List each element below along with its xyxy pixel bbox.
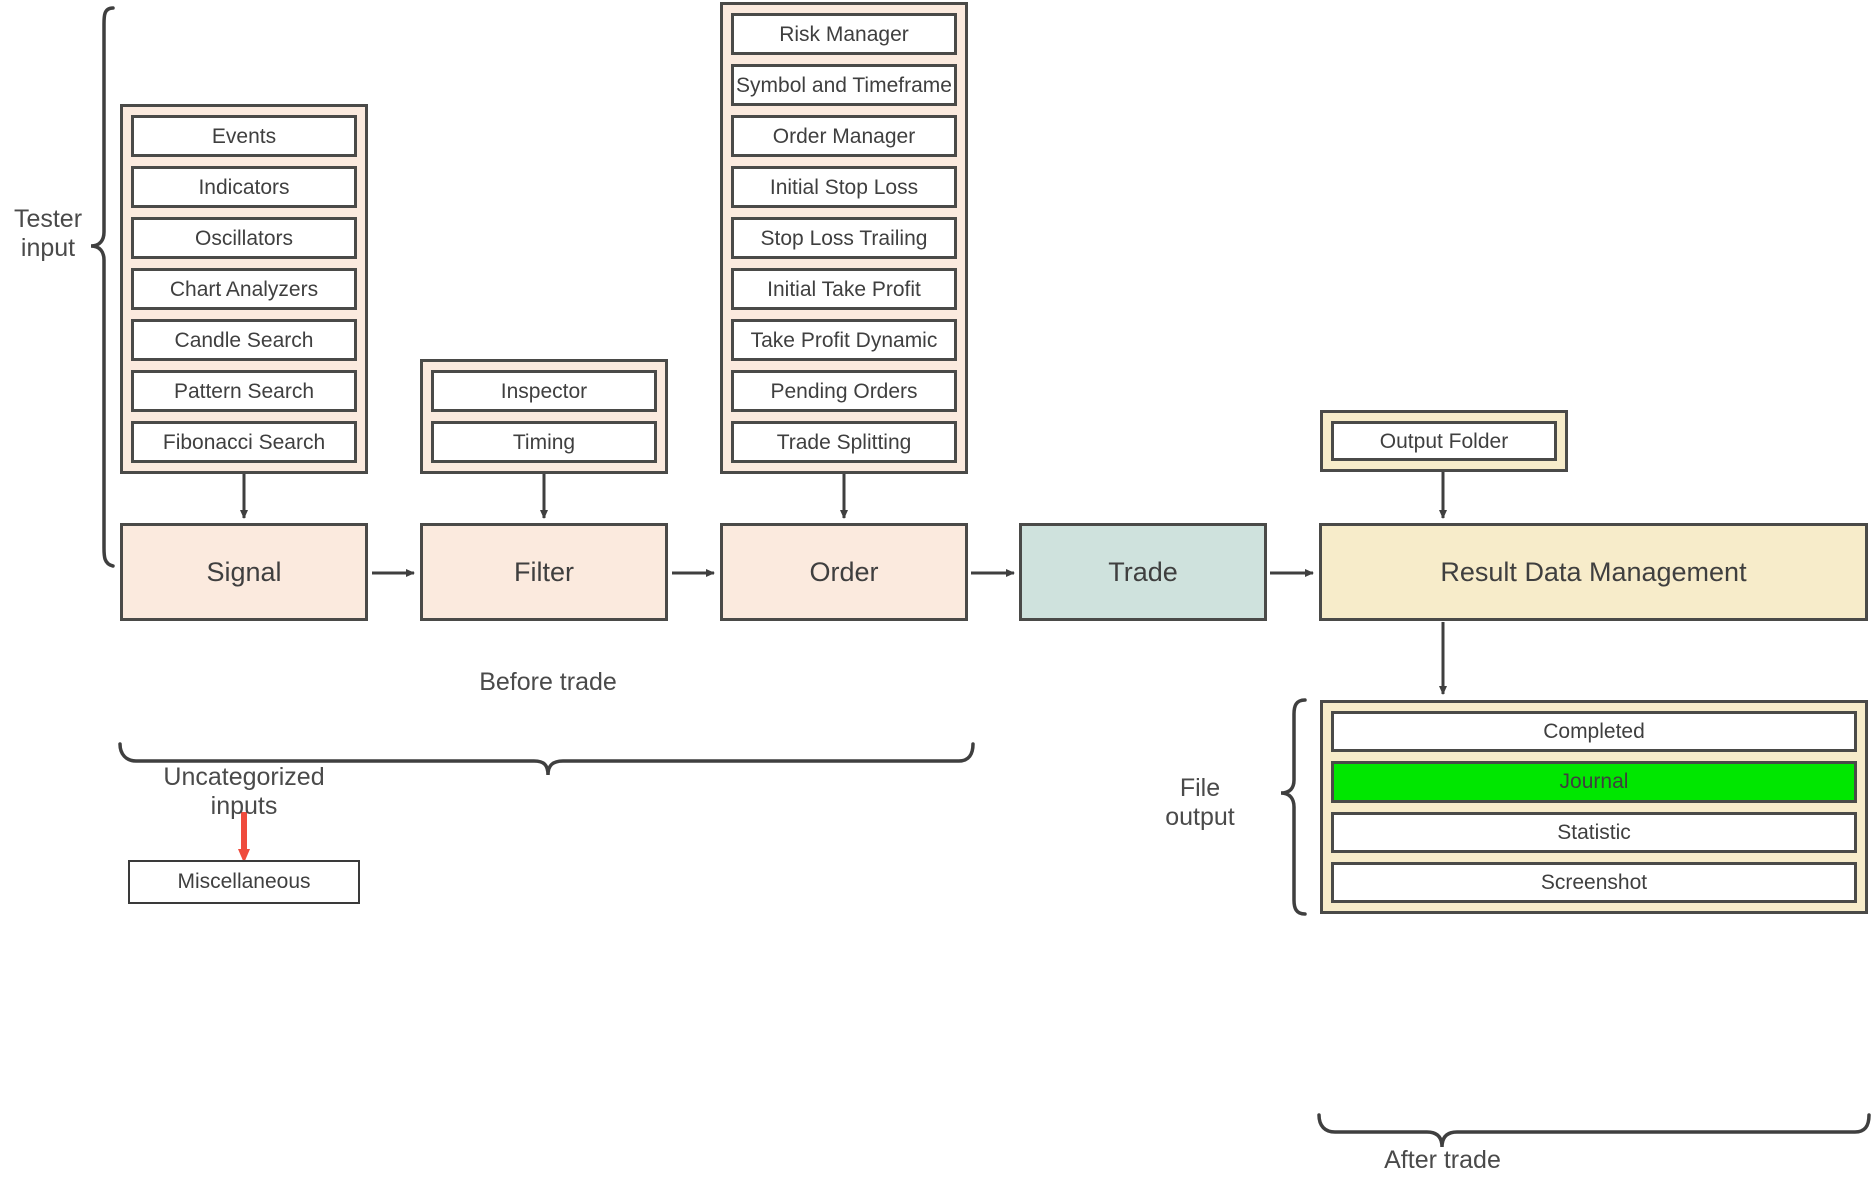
- bracket-file-output: [1280, 698, 1307, 916]
- filter-input-group: Inspector Timing: [420, 359, 668, 474]
- bracket-label-after-trade: After trade: [1384, 1146, 1501, 1174]
- order-input-item[interactable]: Symbol and Timeframe: [731, 64, 957, 106]
- miscellaneous-box[interactable]: Miscellaneous: [128, 860, 360, 904]
- output-folder-item[interactable]: Output Folder: [1331, 421, 1557, 461]
- signal-input-item[interactable]: Pattern Search: [131, 370, 357, 412]
- bracket-tester-input: [90, 6, 115, 568]
- pipeline-stage-signal[interactable]: Signal: [120, 523, 368, 621]
- bracket-after-trade: [1317, 1113, 1871, 1148]
- pipeline-stage-trade[interactable]: Trade: [1019, 523, 1267, 621]
- annotation-uncategorized-inputs: Uncategorized inputs: [163, 763, 325, 820]
- order-input-item[interactable]: Initial Stop Loss: [731, 166, 957, 208]
- bracket-label-file-output: File output: [1165, 774, 1235, 831]
- order-input-item[interactable]: Risk Manager: [731, 13, 957, 55]
- diagram-canvas: Tester input Before trade File output Af…: [0, 0, 1872, 1185]
- pipeline-stage-filter[interactable]: Filter: [420, 523, 668, 621]
- file-output-item[interactable]: Journal: [1331, 761, 1857, 803]
- filter-input-item[interactable]: Timing: [431, 421, 657, 463]
- order-input-item[interactable]: Stop Loss Trailing: [731, 217, 957, 259]
- file-output-item[interactable]: Screenshot: [1331, 861, 1857, 903]
- signal-input-item[interactable]: Events: [131, 115, 357, 157]
- signal-input-item[interactable]: Indicators: [131, 166, 357, 208]
- signal-input-group: Events Indicators Oscillators Chart Analyze…: [120, 104, 368, 474]
- order-input-item[interactable]: Trade Splitting: [731, 421, 957, 463]
- signal-input-item[interactable]: Chart Analyzers: [131, 268, 357, 310]
- bracket-label-tester-input: Tester input: [13, 205, 83, 262]
- order-input-group: Risk Manager Symbol and Timeframe Order Ma…: [720, 2, 968, 474]
- order-input-item[interactable]: Order Manager: [731, 115, 957, 157]
- file-output-item[interactable]: Completed: [1331, 711, 1857, 753]
- output-folder-group: Output Folder: [1320, 410, 1568, 472]
- pipeline-stage-result-data-management[interactable]: Result Data Management: [1319, 523, 1868, 621]
- file-output-item[interactable]: Statistic: [1331, 811, 1857, 853]
- file-output-group: Completed Journal Statistic Screenshot: [1320, 700, 1868, 914]
- order-input-item[interactable]: Take Profit Dynamic: [731, 319, 957, 361]
- pipeline-stage-order[interactable]: Order: [720, 523, 968, 621]
- signal-input-item[interactable]: Candle Search: [131, 319, 357, 361]
- signal-input-item[interactable]: Oscillators: [131, 217, 357, 259]
- filter-input-item[interactable]: Inspector: [431, 370, 657, 412]
- order-input-item[interactable]: Initial Take Profit: [731, 268, 957, 310]
- signal-input-item[interactable]: Fibonacci Search: [131, 421, 357, 463]
- order-input-item[interactable]: Pending Orders: [731, 370, 957, 412]
- bracket-label-before-trade: Before trade: [479, 668, 617, 696]
